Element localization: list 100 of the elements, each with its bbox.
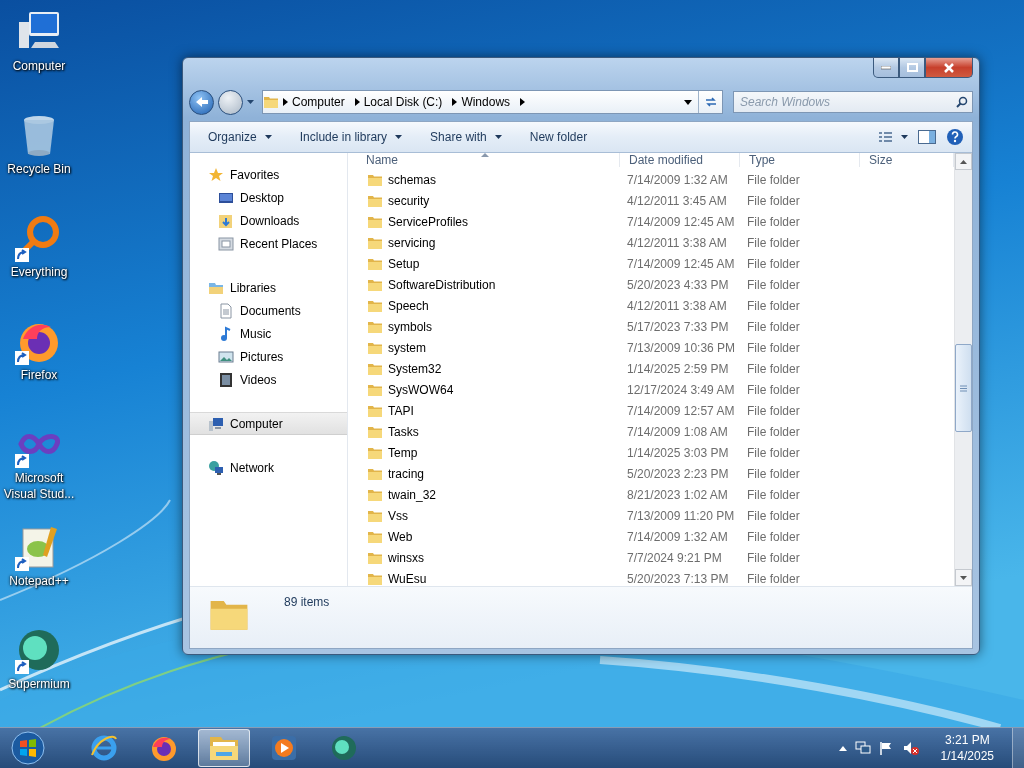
- chevron-icon[interactable]: [520, 98, 526, 106]
- scrollbar[interactable]: [954, 153, 972, 586]
- date-modified-cell-text: 7/14/2009 1:08 AM: [626, 424, 729, 439]
- clock[interactable]: 3:21 PM 1/14/2025: [940, 732, 994, 764]
- nav-item[interactable]: Pictures: [190, 345, 347, 368]
- scroll-thumb[interactable]: [955, 344, 972, 432]
- close-button[interactable]: [925, 58, 973, 78]
- desktop-icon-label[interactable]: Firefox: [0, 367, 78, 383]
- picture-frame-icon: [218, 348, 234, 365]
- view-options-icon[interactable]: [878, 131, 908, 143]
- back-button[interactable]: [189, 89, 214, 115]
- nav-label: Pictures: [240, 349, 284, 364]
- desktop-icon-label[interactable]: Everything: [0, 264, 78, 280]
- caret-icon[interactable]: [684, 99, 692, 105]
- scroll-up-button[interactable]: [955, 153, 972, 170]
- network-icon[interactable]: [854, 741, 871, 755]
- date-modified-cell-text: 5/17/2023 7:33 PM: [626, 319, 730, 334]
- nav-label: Favorites: [230, 167, 280, 182]
- nav-item[interactable]: Recent Places: [190, 232, 347, 255]
- breadcrumb[interactable]: Computer: [288, 95, 351, 109]
- file-name[interactable]: twain_32: [388, 487, 437, 502]
- network-icon: [208, 459, 224, 476]
- nav-label: Music: [240, 326, 272, 341]
- nav-item[interactable]: Documents: [190, 299, 347, 322]
- nav-item[interactable]: Network: [190, 456, 347, 479]
- column-header[interactable]: Type: [740, 153, 860, 167]
- date-modified-cell-text: 5/20/2023 7:13 PM: [626, 571, 730, 586]
- column-header[interactable]: Name: [357, 153, 620, 167]
- desktop-icon-label[interactable]: Recycle Bin: [0, 161, 78, 177]
- chevron-icon[interactable]: [283, 98, 288, 106]
- chevron-icon[interactable]: [452, 98, 458, 106]
- toolbar-button[interactable]: Include in library: [291, 125, 411, 149]
- date-modified-cell-text: 1/14/2025 2:59 PM: [626, 361, 730, 376]
- type-cell-text: File folder: [746, 403, 801, 418]
- speaker-muted-icon[interactable]: [902, 741, 919, 755]
- nav-item[interactable]: Computer: [190, 412, 347, 435]
- file-name[interactable]: Vss: [388, 508, 408, 523]
- nav-item[interactable]: Music: [190, 322, 347, 345]
- date-modified-cell-text: 7/13/2009 11:20 PM: [626, 508, 736, 523]
- date-modified-cell-text: 7/14/2009 12:57 AM: [626, 403, 736, 418]
- show-desktop-button[interactable]: [1012, 728, 1024, 768]
- nav-item[interactable]: Favorites: [190, 163, 347, 186]
- forward-button[interactable]: [218, 89, 243, 115]
- date-modified-cell-text: 5/20/2023 4:33 PM: [626, 277, 730, 292]
- type-cell-text: File folder: [746, 382, 801, 397]
- nav-label: Videos: [240, 372, 277, 387]
- file-name[interactable]: Setup: [388, 256, 420, 271]
- file-name[interactable]: WuEsu: [388, 571, 427, 586]
- breadcrumb[interactable]: Local Disk (C:): [359, 95, 449, 109]
- file-name[interactable]: servicing: [388, 235, 436, 250]
- type-cell-text: File folder: [746, 298, 801, 313]
- preview-pane-icon[interactable]: [918, 130, 936, 144]
- file-name[interactable]: tracing: [388, 466, 425, 481]
- search-field[interactable]: Search Windows: [733, 91, 973, 113]
- toolbar-button[interactable]: New folder: [521, 125, 596, 149]
- taskbar-button[interactable]: [198, 729, 250, 767]
- file-name[interactable]: Web: [388, 529, 413, 544]
- toolbar-button[interactable]: Organize: [200, 125, 280, 149]
- desktop-icon-label[interactable]: Computer: [0, 58, 78, 74]
- scroll-down-button[interactable]: [955, 569, 972, 586]
- file-name[interactable]: Tasks: [388, 424, 419, 439]
- file-name[interactable]: schemas: [388, 172, 437, 187]
- type-cell-text: File folder: [746, 466, 801, 481]
- history-caret-icon[interactable]: [247, 100, 254, 104]
- help-icon[interactable]: [946, 128, 964, 146]
- down-arrow-icon: [960, 575, 967, 580]
- file-name[interactable]: SysWOW64: [388, 382, 454, 397]
- nav-item[interactable]: Libraries: [190, 276, 347, 299]
- type-cell-text: File folder: [746, 571, 801, 586]
- clock-time: 3:21 PM: [944, 732, 990, 748]
- file-name[interactable]: TAPI: [388, 403, 414, 418]
- file-name[interactable]: System32: [388, 361, 442, 376]
- minimize-button[interactable]: [873, 58, 899, 78]
- maximize-button[interactable]: [899, 58, 925, 78]
- file-name[interactable]: Speech: [388, 298, 429, 313]
- file-name[interactable]: Temp: [388, 445, 418, 460]
- address-bar[interactable]: Computer Local Disk (C:) Windows: [262, 90, 723, 114]
- type-cell-text: File folder: [746, 193, 801, 208]
- file-name[interactable]: ServiceProfiles: [388, 214, 469, 229]
- nav-label: Downloads: [240, 213, 300, 228]
- nav-item[interactable]: Desktop: [190, 186, 347, 209]
- type-cell-text: File folder: [746, 235, 801, 250]
- column-header[interactable]: Date modified: [620, 153, 740, 167]
- document-icon: [218, 302, 234, 319]
- nav-item[interactable]: Videos: [190, 368, 347, 391]
- file-name[interactable]: system: [388, 340, 426, 355]
- breadcrumb[interactable]: Windows: [457, 95, 517, 109]
- toolbar-button[interactable]: Share with: [422, 125, 510, 149]
- nav-item[interactable]: Downloads: [190, 209, 347, 232]
- up-arrow-icon: [960, 159, 967, 164]
- refresh-icon: [703, 96, 718, 108]
- show-hidden-icons-icon[interactable]: [838, 745, 847, 751]
- file-name[interactable]: SoftwareDistribution: [388, 277, 496, 292]
- file-name[interactable]: winsxs: [388, 550, 424, 565]
- file-name[interactable]: symbols: [388, 319, 432, 334]
- date-modified-cell-text: 7/13/2009 10:36 PM: [626, 340, 737, 355]
- file-name[interactable]: security: [388, 193, 430, 208]
- close-icon: [943, 62, 955, 73]
- chevron-icon[interactable]: [354, 98, 360, 106]
- start-button[interactable]: [8, 728, 48, 768]
